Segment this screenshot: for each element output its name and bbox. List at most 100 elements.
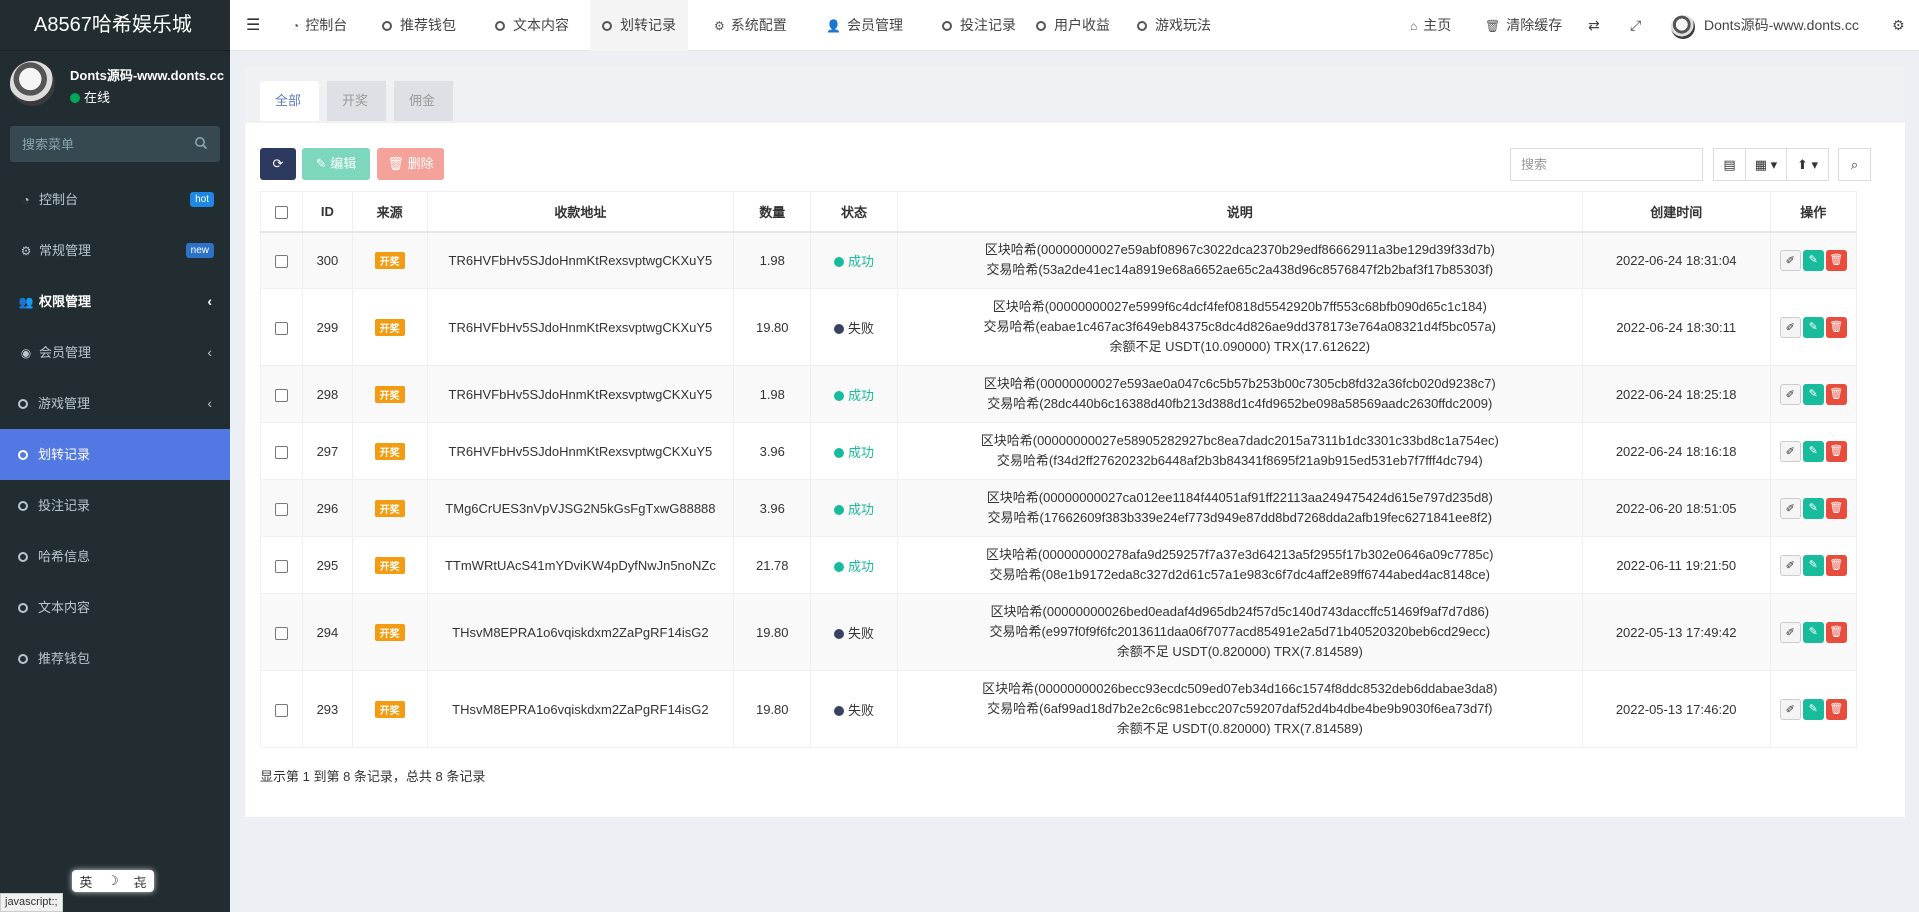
row-checkbox[interactable] (275, 445, 289, 459)
top-tab-1[interactable]: 推荐钱包 (370, 0, 468, 51)
table-row[interactable]: 297 开奖 TR6HVFbHv5SJdoHnmKtRexsvptwgCKXuY5 3… (259, 422, 1858, 480)
source-tag[interactable]: 开奖 (374, 251, 405, 269)
drag-sort-icon[interactable]: ✐ (1779, 497, 1801, 519)
sidebar-item-7[interactable]: 哈希信息 (0, 531, 230, 582)
sidebar-item-2[interactable]: 👥 权限管理 ‹ (0, 276, 230, 327)
source-tag[interactable]: 开奖 (374, 499, 405, 517)
tab-lottery[interactable]: 开奖 (327, 81, 386, 121)
edit-row-icon[interactable]: ✎ (1802, 316, 1824, 338)
app-logo[interactable]: A8567哈希娱乐城 (0, 0, 230, 51)
settings-gear-icon[interactable]: ⚙ (1892, 0, 1905, 51)
top-avatar[interactable] (1671, 15, 1695, 39)
source-tag[interactable]: 开奖 (374, 623, 405, 641)
delete-row-icon[interactable]: 🗑 (1825, 554, 1847, 576)
hamburger-menu-icon[interactable]: ☰ (246, 0, 260, 51)
status-badge[interactable]: 成功 (833, 254, 874, 269)
sidebar-item-3[interactable]: ◉ 会员管理 ‹ (0, 327, 230, 378)
tab-all[interactable]: 全部 (260, 81, 319, 121)
delete-row-icon[interactable]: 🗑 (1825, 621, 1847, 643)
refresh-button[interactable]: ⟳ (260, 148, 296, 180)
table-row[interactable]: 300 开奖 TR6HVFbHv5SJdoHnmKtRexsvptwgCKXuY5 1… (259, 231, 1858, 289)
source-tag[interactable]: 开奖 (374, 700, 405, 718)
drag-sort-icon[interactable]: ✐ (1779, 383, 1801, 405)
col-id[interactable]: ID (302, 191, 353, 233)
delete-row-icon[interactable]: 🗑 (1825, 497, 1847, 519)
drag-sort-icon[interactable]: ✐ (1779, 249, 1801, 271)
sidebar-item-4[interactable]: 游戏管理 ‹ (0, 378, 230, 429)
status-badge[interactable]: 失败 (833, 321, 874, 336)
source-tag[interactable]: 开奖 (374, 556, 405, 574)
table-row[interactable]: 293 开奖 THsvM8EPRA1o6vqiskdxm2ZaPgRF14isG2 1… (259, 670, 1858, 748)
drag-sort-icon[interactable]: ✐ (1779, 698, 1801, 720)
table-row[interactable]: 299 开奖 TR6HVFbHv5SJdoHnmKtRexsvptwgCKXuY5 1… (259, 288, 1858, 366)
drag-sort-icon[interactable]: ✐ (1779, 554, 1801, 576)
sidebar-item-1[interactable]: ⚙ 常规管理 new (0, 225, 230, 276)
edit-row-icon[interactable]: ✎ (1802, 698, 1824, 720)
delete-row-icon[interactable]: 🗑 (1825, 440, 1847, 462)
ime-mode-icon[interactable]: 㐂 (134, 872, 147, 891)
top-tab-5[interactable]: 👤 会员管理 (814, 0, 915, 51)
top-tab-6[interactable]: 投注记录 (930, 0, 1028, 51)
row-checkbox[interactable] (275, 703, 289, 717)
translate-icon[interactable]: ⇄ (1588, 0, 1600, 51)
status-badge[interactable]: 成功 (833, 388, 874, 403)
top-tab-2[interactable]: 文本内容 (483, 0, 581, 51)
edit-button[interactable]: ✎ 编辑 (302, 148, 370, 180)
row-checkbox[interactable] (275, 254, 289, 268)
menu-search-input[interactable] (10, 126, 220, 162)
col-address[interactable]: 收款地址 (426, 191, 735, 233)
col-created-time[interactable]: 创建时间 (1581, 191, 1771, 233)
edit-row-icon[interactable]: ✎ (1802, 554, 1824, 576)
columns-dropdown-icon[interactable]: ▦ ▾ (1745, 148, 1787, 181)
top-tab-8[interactable]: 游戏玩法 (1125, 0, 1223, 51)
tab-commission[interactable]: 佣金 (394, 81, 453, 121)
fullscreen-icon[interactable]: ⤢ (1630, 0, 1641, 51)
source-tag[interactable]: 开奖 (374, 385, 405, 403)
source-tag[interactable]: 开奖 (374, 442, 405, 460)
col-status[interactable]: 状态 (810, 191, 898, 233)
edit-row-icon[interactable]: ✎ (1802, 621, 1824, 643)
top-tab-3[interactable]: 划转记录 (590, 0, 688, 51)
status-badge[interactable]: 成功 (833, 445, 874, 460)
drag-sort-icon[interactable]: ✐ (1779, 621, 1801, 643)
moon-icon[interactable]: ☽ (107, 873, 119, 889)
top-tab-4[interactable]: ⚙ 系统配置 (702, 0, 799, 51)
nav-home[interactable]: ⌂ 主页 (1410, 0, 1451, 51)
delete-row-icon[interactable]: 🗑 (1825, 698, 1847, 720)
col-amount[interactable]: 数量 (733, 191, 812, 233)
top-tab-7[interactable]: 用户收益 (1024, 0, 1122, 51)
drag-sort-icon[interactable]: ✐ (1779, 316, 1801, 338)
row-checkbox[interactable] (275, 626, 289, 640)
table-row[interactable]: 294 开奖 THsvM8EPRA1o6vqiskdxm2ZaPgRF14isG2 1… (259, 593, 1858, 671)
source-tag[interactable]: 开奖 (374, 318, 405, 336)
delete-row-icon[interactable]: 🗑 (1825, 383, 1847, 405)
edit-row-icon[interactable]: ✎ (1802, 383, 1824, 405)
nav-clear-cache[interactable]: 🗑 清除缓存 (1485, 0, 1562, 51)
top-tab-0[interactable]: ◔ 控制台 (280, 0, 359, 51)
col-source[interactable]: 来源 (351, 191, 428, 233)
col-description[interactable]: 说明 (896, 191, 1583, 233)
edit-row-icon[interactable]: ✎ (1802, 497, 1824, 519)
sidebar-item-6[interactable]: 投注记录 (0, 480, 230, 531)
table-search-input[interactable] (1510, 148, 1703, 181)
table-row[interactable]: 295 开奖 TTmWRtUAcS41mYDviKW4pDyfNwJn5noNZc 2… (259, 536, 1858, 594)
ime-toolbar[interactable]: 英 ☽ 㐂 (72, 870, 154, 892)
row-checkbox[interactable] (275, 321, 289, 335)
sidebar-item-9[interactable]: 推荐钱包 (0, 633, 230, 684)
top-user-name[interactable]: Donts源码-www.donts.cc (1704, 0, 1859, 51)
row-checkbox[interactable] (275, 388, 289, 402)
sidebar-item-0[interactable]: ◔ 控制台 hot (0, 174, 230, 225)
card-view-icon[interactable]: ▤ (1713, 148, 1746, 181)
delete-row-icon[interactable]: 🗑 (1825, 316, 1847, 338)
advanced-search-icon[interactable]: ⌕ (1838, 148, 1871, 181)
export-dropdown-icon[interactable]: ⬆ ▾ (1786, 148, 1829, 181)
edit-row-icon[interactable]: ✎ (1802, 249, 1824, 271)
select-all-checkbox[interactable] (275, 205, 289, 219)
edit-row-icon[interactable]: ✎ (1802, 440, 1824, 462)
row-checkbox[interactable] (275, 502, 289, 516)
table-row[interactable]: 296 开奖 TMg6CrUES3nVpVJSG2N5kGsFgTxwG88888 3… (259, 479, 1858, 537)
sidebar-item-8[interactable]: 文本内容 (0, 582, 230, 633)
table-row[interactable]: 298 开奖 TR6HVFbHv5SJdoHnmKtRexsvptwgCKXuY5 1… (259, 365, 1858, 423)
status-badge[interactable]: 失败 (833, 703, 874, 718)
status-badge[interactable]: 成功 (833, 559, 874, 574)
